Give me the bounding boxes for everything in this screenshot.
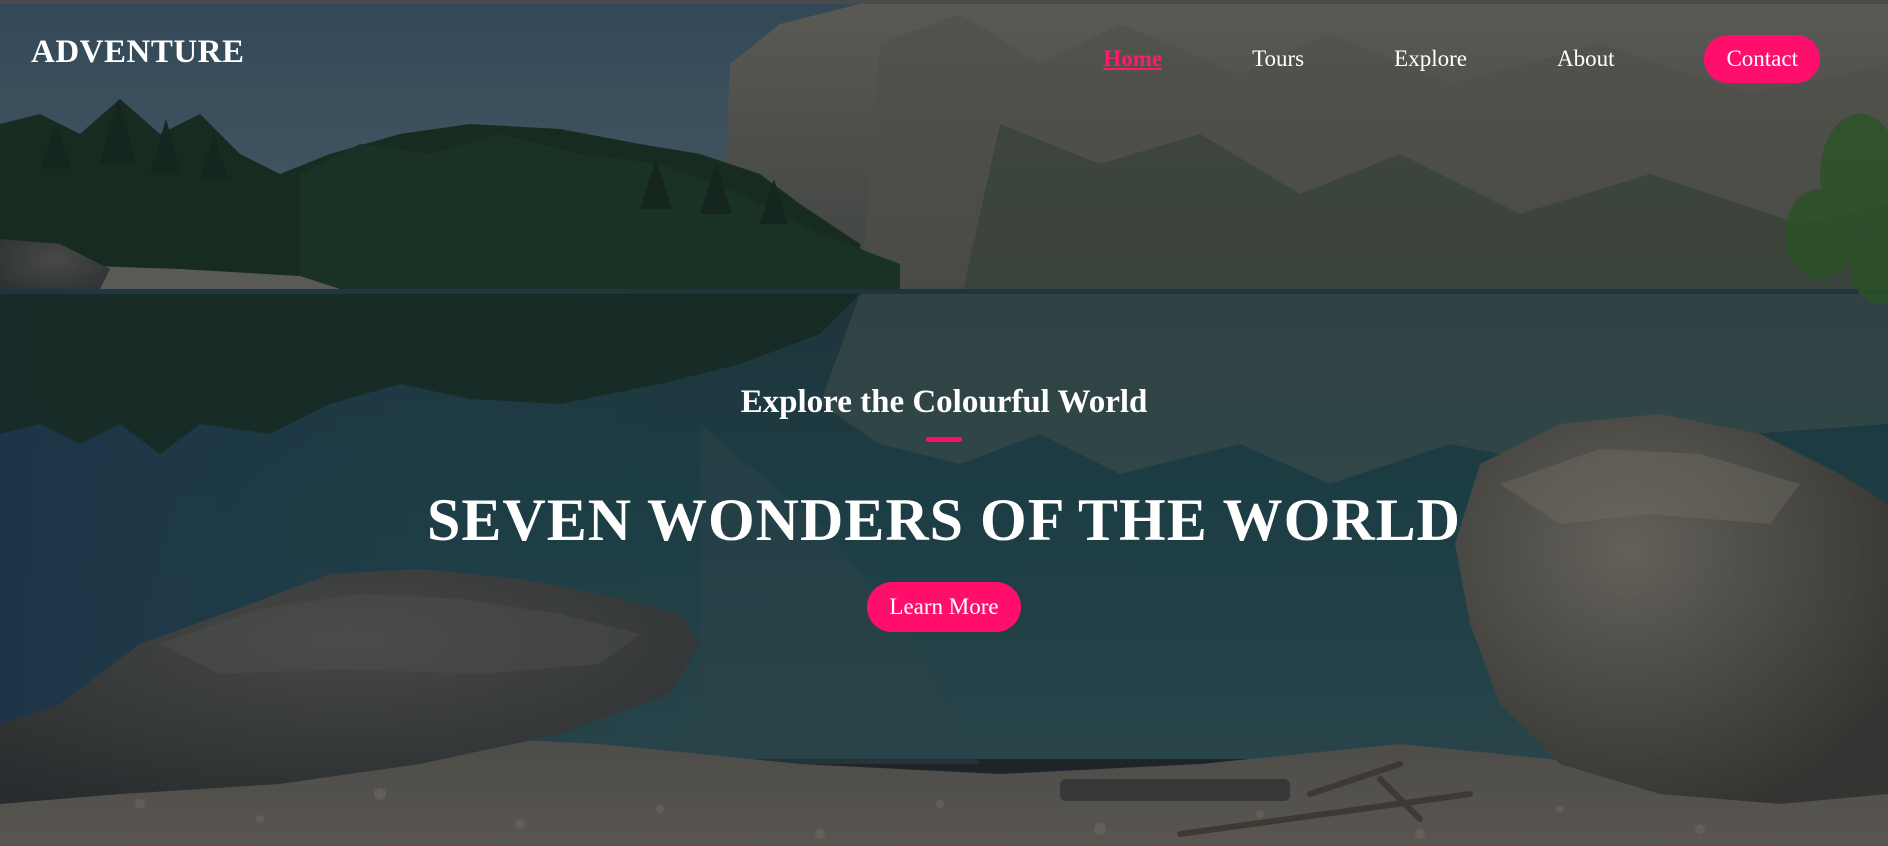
main-nav: Home Tours Explore About Contact: [1103, 35, 1820, 83]
brand-logo[interactable]: ADVENTURE: [31, 34, 245, 71]
window-top-border: [0, 0, 1888, 4]
site-header: ADVENTURE Home Tours Explore About Conta…: [0, 4, 1888, 104]
contact-button[interactable]: Contact: [1704, 35, 1820, 83]
nav-link-about[interactable]: About: [1557, 46, 1615, 72]
learn-more-button[interactable]: Learn More: [867, 582, 1021, 632]
hero-subtitle: Explore the Colourful World: [740, 384, 1148, 420]
nav-link-home[interactable]: Home: [1103, 46, 1162, 72]
nav-link-explore[interactable]: Explore: [1394, 46, 1467, 72]
hero-section: Explore the Colourful World SEVEN WONDER…: [0, 384, 1888, 632]
hero-title: SEVEN WONDERS OF THE WORLD: [426, 487, 1462, 553]
page-frame: ADVENTURE Home Tours Explore About Conta…: [0, 0, 1888, 846]
hero-accent-divider: [926, 437, 962, 442]
nav-link-tours[interactable]: Tours: [1252, 46, 1304, 72]
